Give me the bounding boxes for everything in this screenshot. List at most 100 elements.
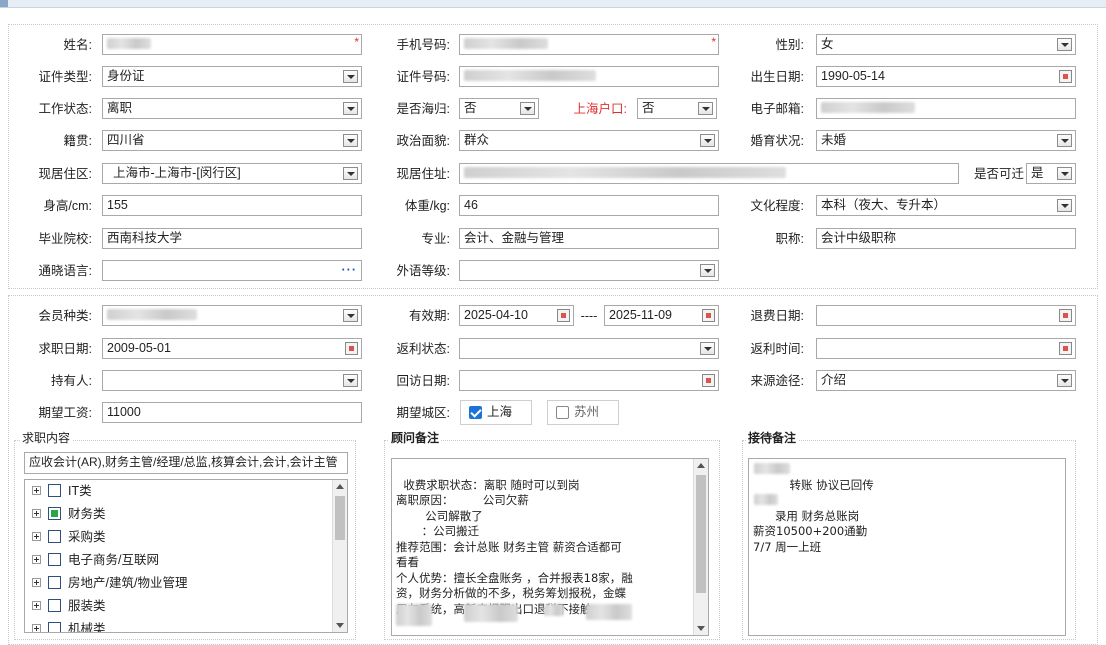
expand-plus-icon[interactable] — [32, 509, 41, 518]
tree-node-label: 采购类 — [68, 530, 106, 544]
birth-date-field[interactable]: 1990-05-14 — [816, 66, 1076, 87]
political-select[interactable]: 群众 — [459, 130, 719, 151]
expand-plus-icon[interactable] — [32, 601, 41, 610]
tree-node-label: 房地产/建筑/物业管理 — [68, 576, 188, 590]
checkbox-checked-icon[interactable] — [469, 406, 482, 419]
expand-plus-icon[interactable] — [32, 578, 41, 587]
chevron-down-icon[interactable] — [343, 167, 358, 180]
calendar-icon[interactable] — [1059, 342, 1072, 355]
chevron-down-icon[interactable] — [343, 374, 358, 387]
chevron-down-icon[interactable] — [343, 70, 358, 83]
chevron-down-icon[interactable] — [698, 102, 713, 115]
job-content-summary[interactable]: 应收会计(AR),财务主管/经理/总监,核算会计,会计,会计主管 — [24, 452, 348, 474]
checkbox-icon[interactable] — [48, 576, 61, 589]
city-option-label: 苏州 — [574, 405, 600, 419]
more-dots-icon[interactable]: ··· — [342, 261, 358, 280]
id-no-field[interactable] — [459, 66, 719, 87]
education-select[interactable]: 本科（夜大、专升本） — [816, 195, 1076, 216]
title-field[interactable]: 会计中级职称 — [816, 228, 1076, 249]
calendar-icon[interactable] — [557, 309, 570, 322]
chevron-down-icon[interactable] — [520, 102, 535, 115]
height-field[interactable]: 155 — [102, 195, 362, 216]
job-date-field[interactable]: 2009-05-01 — [102, 338, 362, 359]
member-type-select[interactable] — [102, 305, 362, 326]
rebate-time-field[interactable] — [816, 338, 1076, 359]
rebate-status-select[interactable] — [459, 338, 719, 359]
chevron-down-icon[interactable] — [1057, 134, 1072, 147]
holder-select[interactable] — [102, 370, 362, 391]
expand-plus-icon[interactable] — [32, 624, 41, 632]
gender-label: 性别: — [775, 38, 804, 52]
reception-redacted — [754, 463, 790, 474]
marital-select[interactable]: 未婚 — [816, 130, 1076, 151]
chevron-down-icon[interactable] — [1057, 374, 1072, 387]
native-select[interactable]: 四川省 — [102, 130, 362, 151]
chevron-down-icon[interactable] — [700, 264, 715, 277]
calendar-icon[interactable] — [1059, 309, 1072, 322]
major-label: 专业: — [421, 232, 450, 246]
address-field[interactable] — [459, 163, 959, 184]
expand-plus-icon[interactable] — [32, 532, 41, 541]
gender-select[interactable]: 女 — [816, 34, 1076, 55]
reception-notes-textarea[interactable]: 转账 协议已回传 录用 财务总账岗 薪资10500+200通勤 7/7 周一上班 — [748, 458, 1066, 636]
expand-plus-icon[interactable] — [32, 555, 41, 564]
calendar-icon[interactable] — [1059, 70, 1072, 83]
city-option-shanghai[interactable]: 上海 — [460, 400, 532, 425]
overseas-select[interactable]: 否 — [459, 98, 539, 119]
scroll-thumb[interactable] — [335, 496, 345, 540]
scroll-up-icon[interactable] — [697, 463, 705, 468]
source-select[interactable]: 介绍 — [816, 370, 1076, 391]
work-status-select[interactable]: 离职 — [102, 98, 362, 119]
city-option-label: 上海 — [487, 405, 513, 419]
refund-date-field[interactable] — [816, 305, 1076, 326]
chevron-down-icon[interactable] — [343, 102, 358, 115]
valid-from-field[interactable]: 2025-04-10 — [459, 305, 574, 326]
expand-plus-icon[interactable] — [32, 486, 41, 495]
calendar-icon[interactable] — [702, 309, 715, 322]
checkbox-icon[interactable] — [48, 484, 61, 497]
consultant-notes-header: 顾问备注 — [389, 431, 442, 445]
title-label: 职称: — [775, 232, 804, 246]
checkbox-icon[interactable] — [48, 599, 61, 612]
chevron-down-icon[interactable] — [700, 134, 715, 147]
school-field[interactable]: 西南科技大学 — [102, 228, 362, 249]
chevron-down-icon[interactable] — [1057, 38, 1072, 51]
consultant-notes-scrollbar[interactable] — [693, 459, 708, 635]
scroll-down-icon[interactable] — [336, 623, 344, 628]
relocate-select[interactable]: 是 — [1026, 163, 1076, 184]
foreign-level-select[interactable] — [459, 260, 719, 281]
chevron-down-icon[interactable] — [343, 309, 358, 322]
consultant-notes-textarea[interactable]: 收费求职状态：离职 随时可以到岗 离职原因： 公司欠薪 公司解散了 ：公司搬迁 … — [391, 458, 709, 636]
city-option-suzhou[interactable]: 苏州 — [547, 400, 619, 425]
checkbox-icon[interactable] — [48, 553, 61, 566]
native-label: 籍贯: — [63, 134, 92, 148]
salary-field[interactable]: 11000 — [102, 402, 362, 423]
job-content-header: 求职内容 — [20, 431, 73, 445]
checkbox-icon[interactable] — [48, 622, 61, 632]
scroll-thumb[interactable] — [696, 475, 706, 593]
weight-field[interactable]: 46 — [459, 195, 719, 216]
id-type-select[interactable]: 身份证 — [102, 66, 362, 87]
shanghai-hukou-select[interactable]: 否 — [637, 98, 717, 119]
chevron-down-icon[interactable] — [1057, 167, 1072, 180]
calendar-icon[interactable] — [345, 342, 358, 355]
scroll-up-icon[interactable] — [336, 484, 344, 489]
valid-to-field[interactable]: 2025-11-09 — [604, 305, 719, 326]
language-field[interactable]: ··· — [102, 260, 362, 281]
residence-area-select[interactable]: 上海市-上海市-[闵行区] — [102, 163, 362, 184]
email-field[interactable] — [816, 98, 1076, 119]
major-field[interactable]: 会计、金融与管理 — [459, 228, 719, 249]
chevron-down-icon[interactable] — [343, 134, 358, 147]
scroll-down-icon[interactable] — [697, 626, 705, 631]
tree-scrollbar[interactable] — [332, 480, 347, 632]
checkbox-icon[interactable] — [48, 530, 61, 543]
phone-field[interactable]: * — [459, 34, 719, 55]
name-field[interactable]: * — [102, 34, 362, 55]
checkbox-partial-icon[interactable] — [48, 507, 61, 520]
chevron-down-icon[interactable] — [1057, 199, 1072, 212]
checkbox-icon[interactable] — [556, 406, 569, 419]
chevron-down-icon[interactable] — [700, 342, 715, 355]
calendar-icon[interactable] — [702, 374, 715, 387]
phone-redacted — [464, 38, 548, 50]
visit-date-field[interactable] — [459, 370, 719, 391]
